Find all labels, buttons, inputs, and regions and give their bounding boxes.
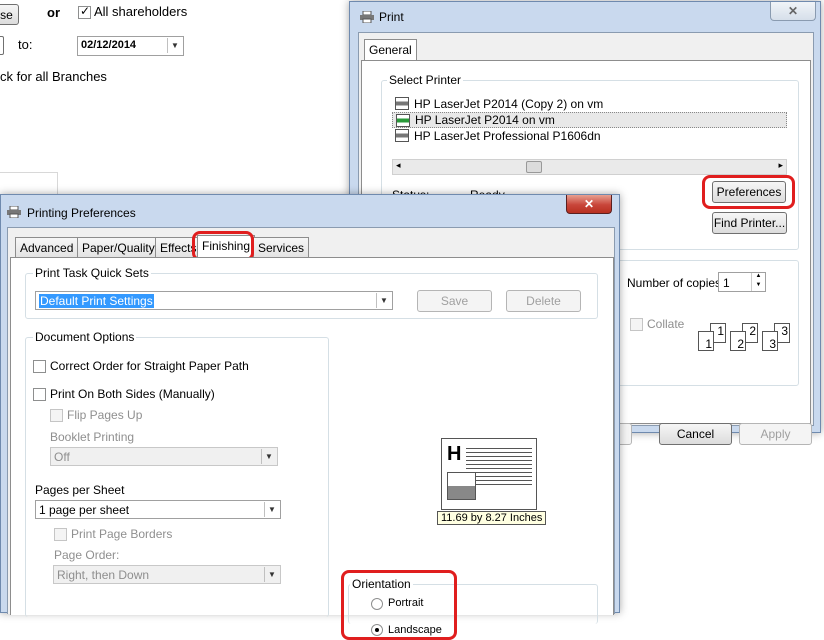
document-options-label: Document Options [33, 330, 137, 344]
quick-sets-label: Print Task Quick Sets [33, 266, 151, 280]
collate-page: 2 [730, 331, 746, 351]
preview-letter: H [447, 443, 462, 465]
print-borders-label: Print Page Borders [71, 527, 173, 541]
or-label: or [47, 5, 60, 20]
prefs-close-button[interactable]: ✕ [566, 195, 612, 214]
scroll-right-icon[interactable]: ▸ [778, 160, 783, 171]
booklet-label: Booklet Printing [50, 430, 135, 444]
printer-list-scrollbar[interactable]: ◂ ▸ [392, 159, 787, 175]
scroll-left-icon[interactable]: ◂ [396, 160, 401, 171]
quick-set-value: Default Print Settings [39, 294, 154, 308]
tab-services[interactable]: Services [253, 237, 310, 257]
to-label: to: [18, 37, 33, 52]
both-sides-checkbox[interactable] [33, 388, 46, 401]
chevron-down-icon[interactable]: ▼ [167, 38, 182, 53]
pages-per-sheet-select[interactable]: 1 page per sheet ▼ [35, 500, 281, 519]
preview-image [447, 472, 476, 500]
pages-per-sheet-value: 1 page per sheet [39, 503, 130, 517]
prefs-client-area: Advanced Paper/Quality Effects Finishing… [7, 227, 615, 640]
printer-icon [7, 206, 21, 218]
from-date-partial[interactable] [0, 36, 4, 55]
save-button[interactable]: Save [417, 290, 492, 312]
collate-page: 1 [698, 331, 714, 351]
default-printer-icon [396, 114, 410, 127]
select-printer-label: Select Printer [387, 73, 464, 87]
collate-icon: 1 1 2 2 3 3 [698, 319, 790, 355]
quick-set-select[interactable]: Default Print Settings ▼ [35, 291, 393, 310]
print-dialog-title: Print [379, 10, 404, 24]
network-printer-icon [395, 97, 409, 110]
print-borders-checkbox[interactable] [54, 528, 67, 541]
background-partial-button[interactable]: se [0, 4, 19, 25]
chevron-down-icon[interactable]: ▼ [264, 502, 279, 517]
preferences-highlight [702, 175, 795, 209]
orientation-highlight [341, 570, 457, 640]
find-printer-button[interactable]: Find Printer... [712, 212, 787, 234]
prefs-titlebar: Printing Preferences ✕ [1, 195, 619, 225]
print-close-button[interactable]: ✕ [770, 2, 816, 21]
apply-button[interactable]: Apply [739, 423, 812, 445]
printer-list-item-selected[interactable]: HP LaserJet P2014 on vm [392, 112, 787, 128]
page-order-select[interactable]: Right, then Down ▼ [53, 565, 281, 584]
collate-label: Collate [647, 317, 685, 331]
tab-general[interactable]: General [364, 39, 417, 61]
tab-advanced[interactable]: Advanced [15, 237, 79, 257]
chevron-down-icon[interactable]: ▼ [264, 567, 279, 582]
copies-label: Number of copies: [627, 276, 725, 290]
correct-order-checkbox[interactable] [33, 360, 46, 373]
page-order-value: Right, then Down [57, 568, 150, 582]
all-shareholders-label: All shareholders [94, 4, 188, 19]
both-sides-label: Print On Both Sides (Manually) [50, 387, 215, 401]
booklet-value: Off [54, 450, 70, 464]
pages-per-sheet-label: Pages per Sheet [35, 483, 125, 497]
to-date-value: 02/12/2014 [81, 39, 137, 51]
collate-checkbox[interactable] [630, 318, 643, 331]
paper-size-label: 11.69 by 8.27 Inches [437, 511, 547, 525]
finishing-tab-panel: Print Task Quick Sets Default Print Sett… [10, 257, 614, 640]
branches-label: ck for all Branches [0, 69, 107, 84]
collate-page: 3 [762, 331, 778, 351]
tab-paper-quality[interactable]: Paper/Quality [77, 237, 160, 257]
scroll-thumb[interactable] [526, 161, 542, 173]
flip-pages-label: Flip Pages Up [67, 408, 143, 422]
printer-list-item[interactable]: HP LaserJet Professional P1606dn [392, 128, 787, 144]
network-printer-icon [395, 129, 409, 142]
spin-up-icon[interactable]: ▲ [751, 273, 765, 282]
printing-preferences-dialog: Printing Preferences ✕ Advanced Paper/Qu… [0, 194, 620, 640]
printer-name: HP LaserJet P2014 (Copy 2) on vm [414, 97, 604, 111]
print-titlebar: Print ✕ [350, 2, 820, 32]
printer-name: HP LaserJet Professional P1606dn [414, 129, 601, 143]
printer-icon [360, 11, 374, 23]
cancel-button[interactable]: Cancel [659, 423, 732, 445]
prefs-dialog-title: Printing Preferences [27, 206, 136, 220]
chevron-down-icon[interactable]: ▼ [376, 293, 391, 308]
copies-value: 1 [723, 276, 730, 290]
chevron-down-icon[interactable]: ▼ [261, 449, 276, 464]
printer-list-item[interactable]: HP LaserJet P2014 (Copy 2) on vm [392, 96, 787, 112]
correct-order-label: Correct Order for Straight Paper Path [50, 359, 249, 373]
printer-name: HP LaserJet P2014 on vm [415, 113, 555, 127]
copies-stepper[interactable]: 1 ▲ ▼ [718, 272, 766, 292]
booklet-select[interactable]: Off ▼ [50, 447, 278, 466]
flip-pages-checkbox[interactable] [50, 409, 63, 422]
page-order-label: Page Order: [54, 548, 120, 562]
all-shareholders-checkbox[interactable] [78, 4, 91, 19]
to-date-field[interactable]: 02/12/2014 ▼ [77, 36, 184, 56]
delete-button[interactable]: Delete [506, 290, 581, 312]
page-preview: H [441, 438, 537, 510]
spin-down-icon[interactable]: ▼ [751, 282, 765, 291]
